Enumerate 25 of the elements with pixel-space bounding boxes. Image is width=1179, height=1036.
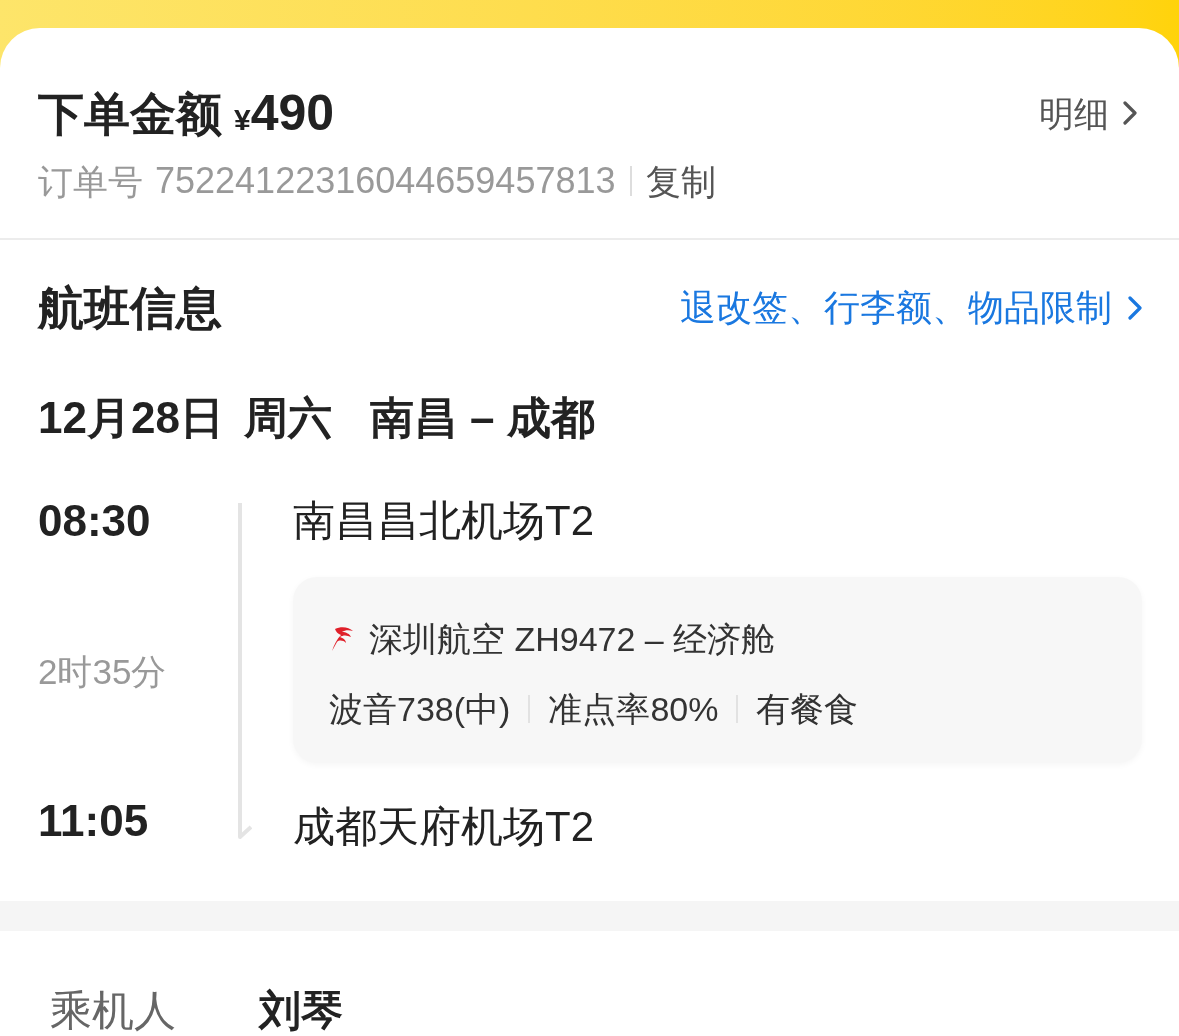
flight-date: 12月28日 [38, 396, 224, 440]
departure-time: 08:30 [38, 496, 151, 546]
flight-route: 南昌 – 成都 [369, 396, 595, 440]
passenger-name: 刘琴 [259, 990, 343, 1032]
rules-link[interactable]: 退改签、行李额、物品限制 [680, 290, 1142, 326]
flight-weekday: 周六 [243, 396, 332, 440]
order-number: 75224122316044659457813 [155, 163, 616, 199]
airline-flight: 深圳航空 ZH9472 – 经济舱 [369, 622, 776, 656]
currency-symbol: ¥ [234, 105, 251, 135]
chevron-right-icon [1123, 101, 1137, 125]
arrival-airport: 成都天府机场T2 [293, 802, 594, 852]
amount-label: 下单金额 [38, 91, 222, 137]
flight-duration: 2时35分 [38, 650, 167, 693]
flight-detail: 准点率80% [548, 692, 719, 726]
section-title: 航班信息 [38, 285, 222, 331]
order-number-label: 订单号 [38, 163, 143, 199]
arrival-time: 11:05 [38, 796, 149, 846]
flight-detail: 波音738(中) [329, 692, 511, 726]
departure-airport: 南昌昌北机场T2 [293, 496, 594, 546]
details-link[interactable]: 明细 [1039, 95, 1137, 131]
chevron-right-icon [1128, 296, 1142, 320]
copy-button[interactable]: 复制 [645, 163, 716, 199]
flight-detail: 有餐食 [756, 692, 859, 726]
order-amount: 490 [250, 88, 335, 138]
passenger-label: 乘机人 [50, 990, 176, 1032]
